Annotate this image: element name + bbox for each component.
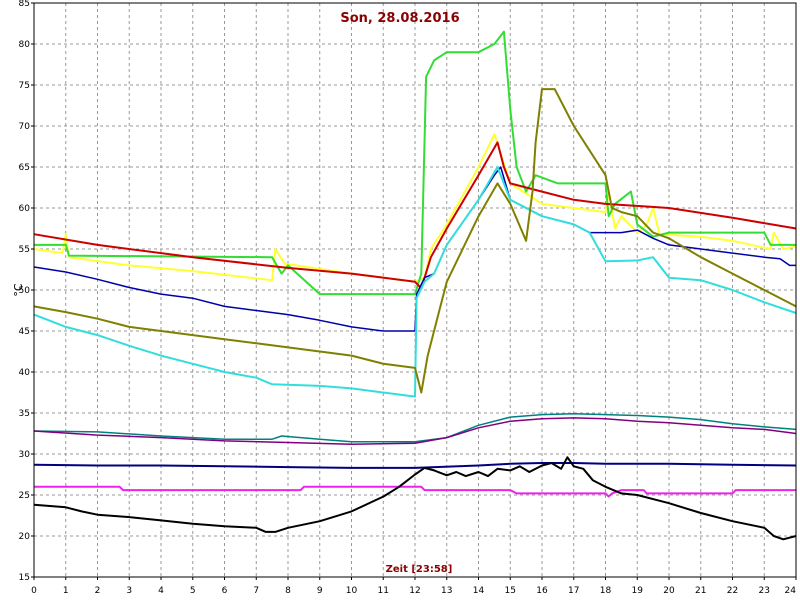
y-tick-label: 60 — [19, 204, 31, 214]
x-tick-label: 18 — [600, 586, 612, 596]
x-tick-label: 15 — [505, 586, 516, 596]
x-tick-label: 23 — [759, 586, 770, 596]
y-tick-label: 30 — [19, 450, 31, 460]
y-tick-label: 20 — [19, 532, 31, 542]
x-tick-label: 1 — [63, 586, 69, 596]
temperature-chart: 152025303540455055606570758085 012345678… — [12, 0, 797, 596]
x-tick-label: 5 — [190, 586, 196, 596]
x-tick-label: 10 — [346, 586, 358, 596]
x-tick-label: 16 — [536, 586, 548, 596]
x-tick-label: 12 — [409, 586, 420, 596]
x-tick-label: 14 — [473, 586, 485, 596]
x-axis-label: Zeit [23:58] — [386, 564, 453, 575]
x-tick-label: 7 — [253, 586, 259, 596]
x-tick-label: 19 — [632, 586, 644, 596]
y-tick-label: 25 — [19, 491, 30, 501]
y-tick-label: 15 — [19, 573, 30, 583]
y-tick-label: 65 — [19, 163, 30, 173]
chart-title: Son, 28.08.2016 — [340, 11, 459, 26]
y-axis-label: °C — [12, 283, 25, 297]
x-axis-ticks: 0 1 2 3 4 5 6 7 8 9 10 11 12 13 14 15 16 17 18 19 20 21 22 23 24 — [31, 577, 797, 596]
y-tick-label: 45 — [19, 327, 30, 337]
x-tick-label: 6 — [222, 586, 228, 596]
x-tick-label: 8 — [285, 586, 291, 596]
x-tick-label: 3 — [126, 586, 132, 596]
x-tick-label: 22 — [727, 586, 738, 596]
x-tick-label: 11 — [378, 586, 389, 596]
x-tick-label: 9 — [317, 586, 323, 596]
x-tick-label: 0 — [31, 586, 37, 596]
x-tick-label: 2 — [95, 586, 101, 596]
y-tick-label: 85 — [19, 0, 30, 9]
y-tick-label: 55 — [19, 245, 30, 255]
x-tick-label: 24 — [785, 586, 797, 596]
x-tick-label: 4 — [158, 586, 164, 596]
y-tick-label: 75 — [19, 81, 30, 91]
x-tick-label: 21 — [695, 586, 706, 596]
x-tick-label: 20 — [663, 586, 675, 596]
y-tick-label: 40 — [19, 368, 31, 378]
y-tick-label: 35 — [19, 409, 30, 419]
y-tick-label: 70 — [19, 122, 31, 132]
x-tick-label: 13 — [441, 586, 452, 596]
y-tick-label: 80 — [19, 40, 31, 50]
x-tick-label: 17 — [568, 586, 579, 596]
